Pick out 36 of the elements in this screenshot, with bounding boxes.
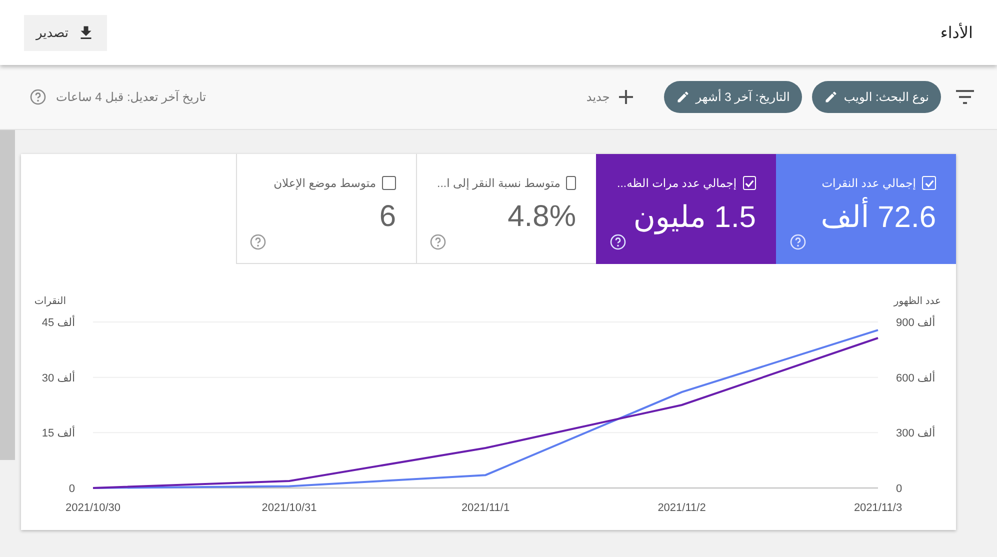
page-title: الأداء (940, 22, 973, 42)
new-filter-button[interactable]: جديد (580, 88, 640, 106)
scrollbar[interactable] (0, 130, 15, 460)
metric-value: 6 (378, 200, 396, 234)
metric-value: 1.5 مليون (632, 200, 756, 235)
checkbox[interactable] (566, 176, 576, 190)
date-label: 2021/10/31 (262, 502, 317, 514)
date-label: 2021/10/30 (65, 502, 121, 514)
axis-title: عدد الظهور (894, 296, 941, 307)
pencil-icon (824, 90, 838, 104)
help-icon[interactable] (30, 89, 46, 105)
tick-label: 45 ألف (42, 317, 75, 329)
export-button[interactable]: تصدير (24, 14, 107, 50)
date-label: 2021/11/3 (854, 502, 902, 514)
metric-label: متوسط نسبة النقر إلى ا... (437, 177, 560, 190)
tick-label: 30 ألف (42, 372, 75, 384)
tick-label: 300 ألف (896, 428, 936, 440)
plus-icon (618, 89, 634, 105)
metric-label: إجمالي عدد النقرات (822, 177, 916, 190)
last-updated-text: تاريخ آخر تعديل: قبل 4 ساعات (56, 90, 206, 104)
pencil-icon (676, 90, 690, 104)
tick-label: 0 (68, 483, 75, 495)
filter-icon[interactable] (955, 90, 975, 104)
tick-label: 15 ألف (42, 428, 75, 440)
filter-chip[interactable]: التاريخ: آخر 3 أشهر (664, 81, 802, 113)
filter-chip[interactable]: نوع البحث: الويب (812, 81, 941, 113)
checkbox[interactable] (382, 176, 396, 190)
metric-value: 4.8% (506, 200, 576, 234)
metric-label: إجمالي عدد مرات الظه... (617, 177, 737, 190)
tick-label: 900 ألف (896, 317, 936, 329)
date-label: 2021/11/1 (461, 502, 510, 514)
tick-label: 0 (896, 483, 902, 495)
metric-label: متوسط موضع الإعلان (274, 177, 376, 190)
axis-title: النقرات (34, 296, 66, 307)
date-label: 2021/11/2 (658, 502, 706, 514)
tick-label: 600 ألف (896, 372, 936, 384)
